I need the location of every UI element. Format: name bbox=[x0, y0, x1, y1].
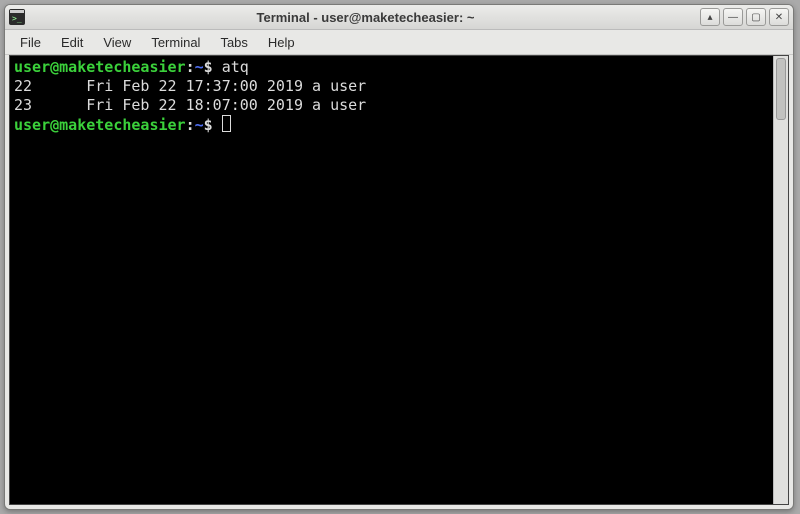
window-title: Terminal - user@maketecheasier: ~ bbox=[31, 10, 700, 25]
menu-tabs[interactable]: Tabs bbox=[211, 32, 256, 53]
maximize-icon: ▢ bbox=[751, 12, 760, 23]
prompt-user: user@maketecheasier bbox=[14, 58, 186, 76]
terminal-scrollbar[interactable] bbox=[773, 56, 788, 504]
output-line: 22 Fri Feb 22 17:37:00 2019 a user bbox=[14, 77, 366, 95]
maximize-button[interactable]: ▢ bbox=[746, 8, 766, 26]
terminal-cursor bbox=[222, 115, 231, 132]
stick-button[interactable]: ▴ bbox=[700, 8, 720, 26]
window-buttons: ▴ — ▢ ✕ bbox=[700, 8, 789, 26]
minimize-icon: — bbox=[728, 12, 738, 23]
output-line: 23 Fri Feb 22 18:07:00 2019 a user bbox=[14, 96, 366, 114]
menu-edit[interactable]: Edit bbox=[52, 32, 92, 53]
command-text: atq bbox=[222, 58, 249, 76]
terminal-area: user@maketecheasier:~$ atq 22 Fri Feb 22… bbox=[9, 55, 789, 505]
menu-file[interactable]: File bbox=[11, 32, 50, 53]
prompt-symbol: $ bbox=[204, 116, 213, 134]
prompt-colon: : bbox=[186, 116, 195, 134]
terminal-app-icon: >_ bbox=[9, 9, 25, 25]
svg-text:>_: >_ bbox=[12, 14, 22, 23]
menu-terminal[interactable]: Terminal bbox=[142, 32, 209, 53]
close-icon: ✕ bbox=[775, 12, 783, 23]
terminal-window: >_ Terminal - user@maketecheasier: ~ ▴ —… bbox=[4, 4, 794, 510]
menu-view[interactable]: View bbox=[94, 32, 140, 53]
prompt-symbol: $ bbox=[204, 58, 213, 76]
prompt-user: user@maketecheasier bbox=[14, 116, 186, 134]
terminal-output[interactable]: user@maketecheasier:~$ atq 22 Fri Feb 22… bbox=[10, 56, 773, 504]
prompt-path: ~ bbox=[195, 116, 204, 134]
menu-help[interactable]: Help bbox=[259, 32, 304, 53]
minimize-button[interactable]: — bbox=[723, 8, 743, 26]
scrollbar-thumb[interactable] bbox=[776, 58, 786, 120]
close-button[interactable]: ✕ bbox=[769, 8, 789, 26]
stick-icon: ▴ bbox=[707, 12, 712, 23]
titlebar[interactable]: >_ Terminal - user@maketecheasier: ~ ▴ —… bbox=[5, 5, 793, 30]
prompt-colon: : bbox=[186, 58, 195, 76]
prompt-path: ~ bbox=[195, 58, 204, 76]
menubar: File Edit View Terminal Tabs Help bbox=[5, 30, 793, 55]
